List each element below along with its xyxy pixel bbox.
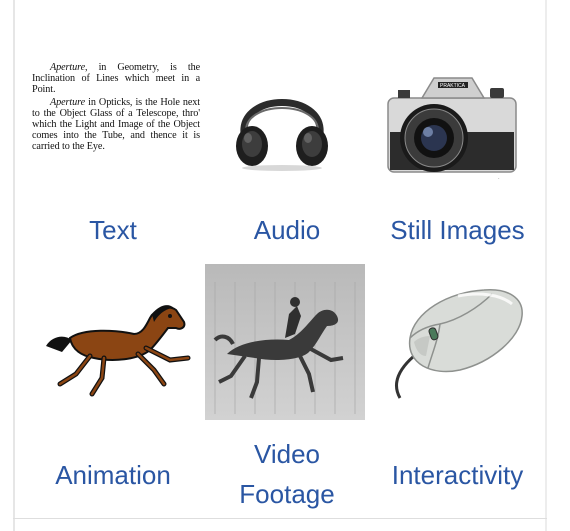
text-label[interactable]: Text	[33, 210, 193, 250]
audio-label[interactable]: Audio	[207, 210, 367, 250]
panel-right-border	[545, 0, 547, 531]
text-excerpt-term-1: Aperture	[50, 62, 86, 73]
headphones-icon	[236, 99, 328, 171]
video-footage-label[interactable]: Video Footage	[207, 434, 367, 514]
animated-horse-icon	[46, 305, 191, 397]
camera-brand-text: PRAKTICA	[440, 83, 466, 89]
interactivity-label[interactable]: Interactivity	[375, 455, 540, 495]
media-types-panel: Aperture, in Geometry, is the Inclinatio…	[0, 0, 570, 531]
computer-mouse-icon	[395, 289, 523, 399]
galloping-horse-photo-icon	[205, 264, 365, 420]
camera-icon: PRAKTICA ·	[387, 77, 517, 182]
animation-label[interactable]: Animation	[33, 455, 193, 495]
panel-left-border	[13, 0, 15, 531]
panel-bottom-border	[13, 518, 547, 519]
text-excerpt-image: Aperture, in Geometry, is the Inclinatio…	[32, 62, 200, 198]
svg-text:·: ·	[498, 176, 500, 182]
still-images-label[interactable]: Still Images	[375, 210, 540, 250]
text-excerpt-term-2: Aperture	[50, 97, 86, 108]
